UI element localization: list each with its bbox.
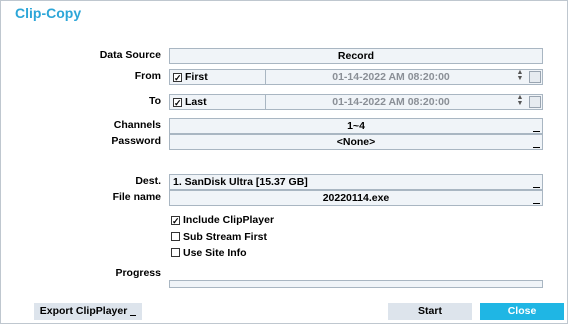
- sub-stream-first-checkbox[interactable]: Sub Stream First: [171, 231, 267, 243]
- sub-stream-first-label: Sub Stream First: [183, 231, 268, 243]
- from-first-checkbox[interactable]: ✓ First: [173, 70, 263, 84]
- sub-stream-first-box-icon: [171, 232, 180, 241]
- dialog-title: Clip-Copy: [15, 5, 82, 21]
- to-last-check-icon: ✓: [173, 98, 182, 108]
- from-first-label: First: [185, 71, 208, 83]
- channels-label: Channels: [113, 119, 161, 131]
- include-clipplayer-label: Include ClipPlayer: [183, 214, 275, 226]
- file-name-label: File name: [112, 191, 161, 203]
- data-source-field[interactable]: Record: [169, 48, 543, 64]
- file-name-field[interactable]: 20220114.exe: [169, 190, 543, 206]
- to-calendar-icon[interactable]: [529, 96, 541, 108]
- to-label: To: [148, 95, 161, 107]
- channels-dropdown[interactable]: 1~4: [169, 118, 543, 134]
- close-button[interactable]: Close: [480, 303, 564, 320]
- from-datetime[interactable]: 01-14-2022 AM 08:20:00: [266, 70, 516, 84]
- dest-dropdown-icon: [533, 187, 540, 188]
- dest-label: Dest.: [135, 175, 161, 187]
- clip-copy-dialog: Clip-Copy Data Source Record From ✓ First…: [0, 0, 568, 324]
- password-dropdown-icon: [533, 147, 540, 148]
- export-clipplayer-label: Export ClipPlayer: [39, 305, 128, 317]
- to-last-checkbox[interactable]: ✓ Last: [173, 95, 263, 109]
- from-field: ✓ First 01-14-2022 AM 08:20:00 ▲ ▼: [169, 69, 543, 85]
- to-datetime[interactable]: 01-14-2022 AM 08:20:00: [266, 95, 516, 109]
- export-dropdown-icon: [130, 315, 137, 316]
- dest-dropdown[interactable]: 1. SanDisk Ultra [15.37 GB]: [169, 174, 543, 190]
- to-spinner-icon[interactable]: ▲ ▼: [516, 94, 524, 109]
- use-site-info-checkbox[interactable]: Use Site Info: [171, 247, 247, 259]
- password-label: Password: [111, 135, 161, 147]
- from-spinner-icon[interactable]: ▲ ▼: [516, 69, 524, 84]
- channels-value: 1~4: [347, 120, 365, 132]
- password-value: <None>: [336, 136, 376, 148]
- start-button[interactable]: Start: [388, 303, 472, 320]
- use-site-info-box-icon: [171, 248, 180, 257]
- progress-label: Progress: [115, 267, 161, 279]
- from-label: From: [134, 70, 161, 82]
- to-last-label: Last: [185, 96, 207, 108]
- data-source-value: Record: [337, 50, 375, 62]
- include-clipplayer-checkbox[interactable]: ✓ Include ClipPlayer: [171, 214, 274, 226]
- dest-value: 1. SanDisk Ultra [15.37 GB]: [173, 176, 308, 188]
- data-source-label: Data Source: [99, 49, 161, 61]
- channels-dropdown-icon: [533, 131, 540, 132]
- export-clipplayer-button[interactable]: Export ClipPlayer: [34, 303, 142, 320]
- use-site-info-label: Use Site Info: [183, 247, 247, 259]
- progress-bar: [169, 280, 543, 288]
- password-dropdown[interactable]: <None>: [169, 134, 543, 150]
- file-name-edit-icon: [533, 203, 540, 204]
- file-name-value: 20220114.exe: [322, 192, 390, 204]
- include-clipplayer-check-icon: ✓: [171, 216, 180, 226]
- from-first-check-icon: ✓: [173, 73, 182, 83]
- from-calendar-icon[interactable]: [529, 71, 541, 83]
- to-field: ✓ Last 01-14-2022 AM 08:20:00 ▲ ▼: [169, 94, 543, 110]
